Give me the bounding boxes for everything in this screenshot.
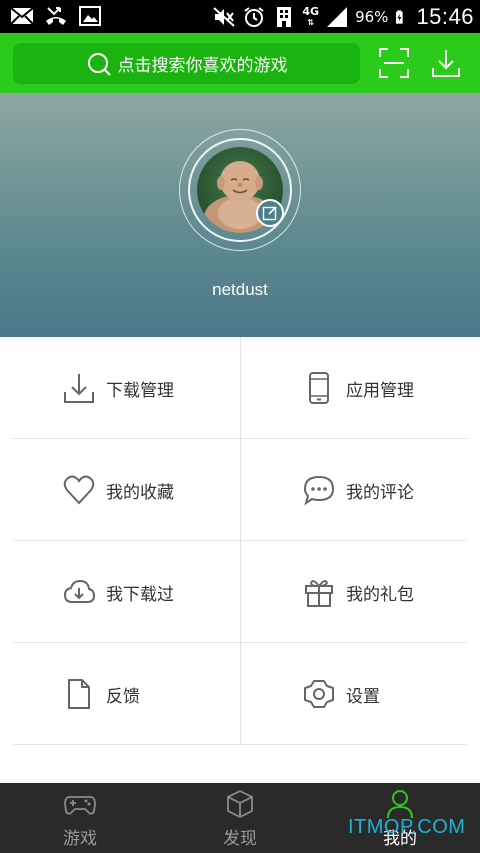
tab-label: 发现 (223, 829, 257, 849)
building-icon (277, 7, 292, 27)
profile-banner: netdust (0, 93, 480, 337)
download-icon (64, 374, 94, 403)
signal-icon (327, 7, 348, 27)
settings-icon (304, 680, 334, 708)
search-placeholder: 点击搜索你喜欢的游戏 (117, 56, 288, 76)
username: netdust (212, 280, 268, 299)
watermark: ITMOP.COM (348, 816, 466, 838)
search-bar[interactable]: 点击搜索你喜欢的游戏 (13, 43, 360, 84)
menu-item-label: 设置 (346, 687, 380, 707)
document-icon (68, 679, 90, 709)
mute-icon (213, 7, 236, 27)
missed-call-icon (46, 7, 66, 25)
status-bar: 4G ⇅ 96% 15:46 (0, 0, 480, 33)
menu-item-download-history[interactable]: 我下载过 (0, 541, 240, 643)
menu-item-label: 我的收藏 (106, 483, 174, 503)
menu-item-label: 应用管理 (346, 381, 414, 401)
menu-grid: 下载管理 应用管理 我的收藏 我的评论 我下载过 我的礼包 反馈 设置 (0, 337, 480, 745)
menu-item-favorites[interactable]: 我的收藏 (0, 439, 240, 541)
gamepad-icon (64, 796, 96, 815)
mail-icon (10, 7, 34, 25)
cloud-download-icon (63, 579, 95, 603)
user-icon (387, 790, 413, 819)
tab-label: 游戏 (63, 829, 97, 849)
cube-icon (227, 789, 253, 819)
image-icon (79, 6, 101, 26)
battery-percent: 96% (355, 8, 389, 26)
network-type-label: 4G ⇅ (302, 4, 320, 27)
heart-icon (63, 475, 95, 505)
tab-games[interactable]: 游戏 (0, 783, 160, 853)
menu-item-label: 我的评论 (346, 483, 414, 503)
top-header: 点击搜索你喜欢的游戏 (0, 33, 480, 93)
menu-item-comments[interactable]: 我的评论 (240, 439, 480, 541)
scan-icon[interactable] (379, 48, 409, 78)
menu-item-settings[interactable]: 设置 (240, 643, 480, 745)
phone-icon (309, 372, 329, 404)
alarm-icon (244, 7, 265, 27)
menu-item-label: 我下载过 (106, 585, 174, 605)
menu-item-label: 反馈 (106, 687, 140, 707)
menu-item-feedback[interactable]: 反馈 (0, 643, 240, 745)
menu-item-download-manager[interactable]: 下载管理 (0, 337, 240, 439)
menu-item-label: 我的礼包 (346, 585, 414, 605)
menu-item-gift-packs[interactable]: 我的礼包 (240, 541, 480, 643)
tab-discover[interactable]: 发现 (160, 783, 320, 853)
status-clock: 15:46 (416, 4, 474, 29)
edit-icon (262, 206, 277, 221)
menu-item-app-manager[interactable]: 应用管理 (240, 337, 480, 439)
comment-icon (303, 475, 335, 506)
menu-item-label: 下载管理 (106, 381, 174, 401)
download-icon[interactable] (431, 48, 461, 78)
gift-icon (305, 580, 333, 607)
battery-charging-icon (396, 10, 404, 24)
search-icon (87, 52, 111, 76)
edit-avatar-button[interactable] (256, 199, 284, 227)
